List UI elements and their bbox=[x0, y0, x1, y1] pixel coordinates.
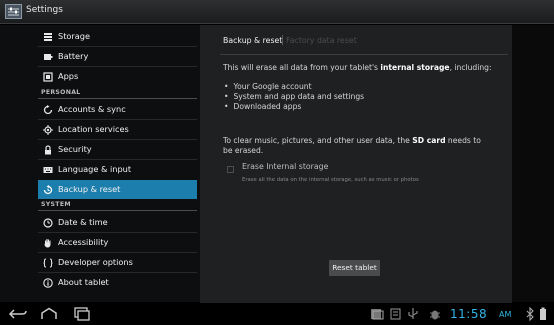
sidebar-item-battery[interactable]: Battery bbox=[38, 47, 197, 66]
app-title: Settings bbox=[26, 5, 63, 15]
sidebar-item-label: Backup & reset bbox=[58, 184, 121, 194]
sidebar-item-date-time[interactable]: Date & time bbox=[38, 213, 197, 232]
sidebar-item-language-input[interactable]: Language & input bbox=[38, 160, 197, 179]
lock-icon bbox=[45, 145, 51, 155]
sidebar-item-location-services[interactable]: Location services bbox=[38, 120, 197, 139]
backup-reset-icon bbox=[43, 185, 53, 195]
home-icon[interactable] bbox=[39, 307, 59, 321]
back-icon[interactable] bbox=[8, 307, 28, 321]
sidebar-item-label: Accounts & sync bbox=[58, 104, 126, 114]
sidebar-item-label: Apps bbox=[58, 71, 79, 81]
sidebar-item-security[interactable]: Security bbox=[38, 140, 197, 159]
sidebar-item-label: Accessibility bbox=[58, 237, 109, 247]
sidebar-item-backup-reset[interactable]: Backup & reset bbox=[38, 180, 197, 199]
sidebar-item-about-tablet[interactable]: About tablet bbox=[38, 273, 197, 292]
title-bar: Settings bbox=[0, 0, 554, 24]
system-navigation-bar: 11:58 AM bbox=[0, 303, 554, 325]
reset-tablet-button[interactable]: Reset tablet bbox=[329, 260, 380, 276]
notification-icon[interactable] bbox=[370, 307, 384, 321]
detail-panel: Backup & reset Factory data reset This w… bbox=[200, 25, 512, 303]
bullet-item: Downloaded apps bbox=[224, 102, 301, 112]
storage-icon bbox=[44, 33, 52, 41]
sidebar-item-label: Security bbox=[58, 144, 92, 154]
section-divider bbox=[38, 98, 197, 99]
battery-status-icon bbox=[540, 307, 546, 320]
apps-icon bbox=[43, 72, 53, 82]
debug-icon bbox=[430, 310, 440, 320]
warning-text: This will erase all data from your table… bbox=[223, 63, 492, 72]
recent-apps-icon[interactable] bbox=[72, 307, 92, 321]
clock-icon bbox=[43, 218, 53, 228]
sidebar-item-storage[interactable]: Storage bbox=[38, 27, 197, 46]
sd-card-text-line2: be erased. bbox=[223, 146, 264, 155]
usb-icon bbox=[408, 308, 418, 319]
sidebar-item-label: Language & input bbox=[58, 164, 132, 174]
settings-app-icon[interactable] bbox=[5, 4, 22, 19]
bullet-item: System and app data and settings bbox=[224, 92, 364, 102]
sidebar-item-developer-options[interactable]: Developer options bbox=[38, 253, 197, 272]
sidebar-item-label: Storage bbox=[58, 31, 91, 41]
sidebar-item-apps[interactable]: Apps bbox=[38, 67, 197, 86]
sd-card-text: To clear music, pictures, and other user… bbox=[223, 136, 481, 145]
sync-icon bbox=[43, 105, 53, 115]
status-clock[interactable]: 11:58 bbox=[450, 307, 487, 321]
breadcrumb-backup-reset[interactable]: Backup & reset bbox=[223, 36, 282, 45]
right-margin bbox=[512, 25, 554, 302]
sidebar-item-label: Developer options bbox=[58, 257, 133, 267]
sidebar-item-label: About tablet bbox=[58, 277, 109, 287]
bullet-item: Your Google account bbox=[224, 82, 311, 92]
erase-internal-storage-description: Erase all the data on the internal stora… bbox=[242, 177, 419, 183]
hand-icon bbox=[44, 239, 51, 248]
breadcrumb-separator bbox=[282, 35, 283, 45]
breadcrumb-factory-data-reset: Factory data reset bbox=[286, 36, 357, 45]
sidebar-item-label: Battery bbox=[58, 51, 89, 61]
sidebar-item-accounts-sync[interactable]: Accounts & sync bbox=[38, 100, 197, 119]
info-icon bbox=[43, 278, 53, 288]
braces-icon bbox=[43, 258, 53, 268]
section-divider bbox=[38, 210, 197, 211]
erase-internal-storage-title[interactable]: Erase Internal storage bbox=[242, 162, 328, 171]
sidebar-item-accessibility[interactable]: Accessibility bbox=[38, 233, 197, 252]
keyboard-icon bbox=[43, 167, 53, 173]
sidebar-item-label: Location services bbox=[58, 124, 129, 134]
header-divider bbox=[220, 54, 508, 55]
battery-icon bbox=[44, 54, 53, 60]
erase-internal-storage-checkbox[interactable] bbox=[227, 166, 234, 173]
settings-notification-icon[interactable] bbox=[390, 307, 402, 321]
settings-sidebar: Storage Battery Apps PERSONAL Accounts &… bbox=[0, 25, 200, 302]
location-icon bbox=[43, 125, 53, 135]
sidebar-item-label: Date & time bbox=[58, 217, 108, 227]
status-ampm: AM bbox=[499, 310, 512, 319]
bluetooth-icon bbox=[526, 307, 534, 321]
